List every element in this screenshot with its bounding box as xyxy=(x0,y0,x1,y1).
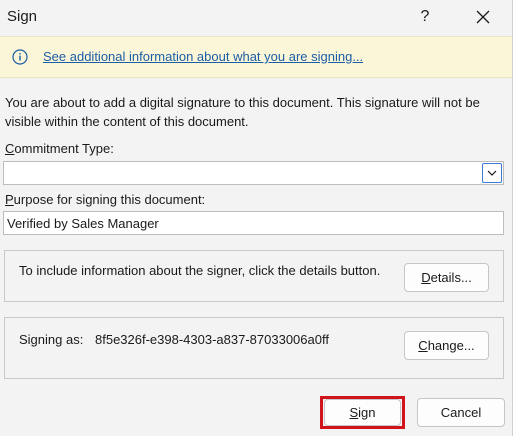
info-bar: See additional information about what yo… xyxy=(0,36,512,78)
details-button-label-rest: etails... xyxy=(430,270,472,285)
intro-text: You are about to add a digital signature… xyxy=(5,95,480,129)
title-bar: Sign ? xyxy=(0,0,512,36)
chevron-down-icon xyxy=(487,170,497,176)
purpose-input[interactable] xyxy=(3,211,504,235)
signing-as-label: Signing as: xyxy=(19,332,84,347)
close-button[interactable] xyxy=(466,3,500,31)
close-icon xyxy=(476,10,490,24)
dialog-title: Sign xyxy=(7,8,38,25)
commitment-type-combo[interactable] xyxy=(3,161,504,185)
commitment-type-label: Commitment Type: xyxy=(5,141,114,156)
details-info-text: To include information about the signer,… xyxy=(19,263,381,278)
purpose-accel: P xyxy=(5,192,14,207)
details-button-accel: D xyxy=(421,270,431,285)
cancel-button[interactable]: Cancel xyxy=(417,398,505,427)
commitment-type-accel: C xyxy=(5,141,15,156)
change-button-label-rest: hange... xyxy=(427,338,475,353)
details-button[interactable]: Details... xyxy=(404,263,489,292)
sign-button-highlight xyxy=(320,396,405,429)
sign-dialog: Sign ? See additional information about … xyxy=(0,0,513,436)
details-group: To include information about the signer,… xyxy=(4,250,504,302)
commitment-type-label-rest: ommitment Type: xyxy=(14,141,114,156)
additional-info-link[interactable]: See additional information about what yo… xyxy=(43,49,363,64)
signer-id: 8f5e326f-e398-4303-a837-87033006a0ff xyxy=(95,332,329,347)
change-button-accel: C xyxy=(418,338,428,353)
change-button[interactable]: Change... xyxy=(404,331,489,360)
commitment-type-dropdown-button[interactable] xyxy=(482,163,502,183)
signing-as-group: Signing as: 8f5e326f-e398-4303-a837-8703… xyxy=(4,317,504,379)
purpose-label-rest: urpose for signing this document: xyxy=(13,192,206,207)
help-button[interactable]: ? xyxy=(411,3,439,31)
purpose-label: Purpose for signing this document: xyxy=(5,192,205,207)
info-icon xyxy=(12,49,28,65)
